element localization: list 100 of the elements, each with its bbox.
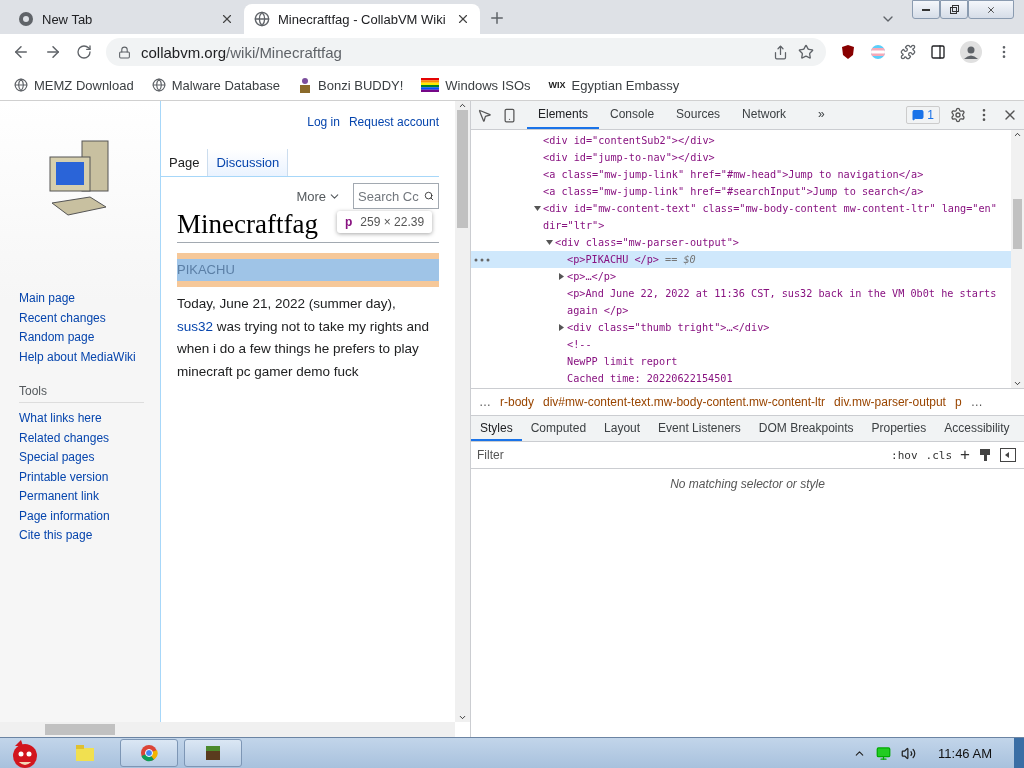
side-panel-icon[interactable]: [930, 44, 946, 60]
address-bar[interactable]: collabvm.org/wiki/Minecraftfag: [106, 38, 826, 66]
sidebar-toggle-icon[interactable]: [1000, 448, 1016, 462]
breadcrumb[interactable]: p: [954, 395, 962, 409]
devtools-tab[interactable]: Elements: [527, 101, 600, 129]
rainbow-flag-icon: [421, 78, 440, 92]
scrollbar-thumb[interactable]: [45, 724, 115, 735]
dom-node[interactable]: <p>And June 22, 2022 at 11:36 CST, sus32 back in the VM 0b0t he starts again </p>: [567, 285, 997, 319]
devtools-tab[interactable]: Sources: [665, 101, 732, 129]
globe-icon: [254, 11, 270, 27]
breadcrumb[interactable]: …: [479, 395, 491, 409]
dom-node[interactable]: <!--: [567, 336, 592, 353]
taskbar-button[interactable]: [120, 739, 178, 767]
reload-icon[interactable]: [76, 44, 92, 60]
sidebar-link[interactable]: Main page: [19, 291, 160, 307]
sidebar-link[interactable]: Printable version: [19, 469, 160, 485]
cls-toggle[interactable]: .cls: [925, 448, 953, 462]
hov-toggle[interactable]: :hov: [891, 448, 918, 462]
bookmark-item[interactable]: MEMZ Download: [14, 77, 134, 93]
sidebar-link[interactable]: Page information: [19, 508, 160, 524]
inspect-icon[interactable]: [477, 107, 492, 123]
sidebar-link[interactable]: Special pages: [19, 450, 160, 466]
dom-node[interactable]: <div class="mw-parser-output">: [555, 234, 739, 251]
puzzle-icon[interactable]: [900, 44, 916, 60]
sidebar-link[interactable]: Related changes: [19, 430, 160, 446]
bookmark-item[interactable]: Bonzi BUDDY!: [298, 77, 404, 93]
star-icon[interactable]: [798, 44, 814, 60]
forward-icon[interactable]: [44, 43, 62, 61]
expanded-triangle-icon[interactable]: [533, 205, 541, 212]
share-icon[interactable]: [773, 44, 788, 60]
breadcrumb[interactable]: r-body: [500, 395, 534, 409]
scrollbar-thumb[interactable]: [457, 110, 468, 228]
settings-icon[interactable]: [950, 107, 966, 123]
styles-tab[interactable]: Accessibility: [935, 416, 1019, 441]
figure-icon: [298, 77, 313, 93]
bookmark-item[interactable]: WIX Egyptian Embassy: [548, 77, 680, 93]
back-icon[interactable]: [12, 43, 30, 61]
new-tab-icon[interactable]: [488, 9, 506, 27]
scroll-up-icon: [458, 101, 467, 110]
overflow-button[interactable]: »: [807, 101, 836, 129]
close-icon[interactable]: [456, 12, 470, 26]
horizontal-scrollbar[interactable]: [0, 722, 455, 737]
paint-icon[interactable]: [978, 448, 992, 462]
sidebar-link[interactable]: Permanent link: [19, 489, 160, 505]
sidebar-link[interactable]: Help about MediaWiki: [19, 349, 160, 365]
restore-button[interactable]: [940, 0, 968, 19]
collapsed-triangle-icon[interactable]: [557, 324, 565, 331]
account-link[interactable]: Request account: [348, 115, 439, 129]
collapsed-triangle-icon[interactable]: [557, 273, 565, 280]
profile-avatar[interactable]: [960, 41, 982, 63]
expanded-triangle-icon[interactable]: [545, 239, 553, 246]
add-rule-button[interactable]: +: [960, 445, 970, 465]
shield-icon[interactable]: [840, 44, 856, 60]
vertical-scrollbar[interactable]: [1011, 130, 1024, 388]
dom-node[interactable]: <div id="mw-content-text" class="mw-body-content mw-content-ltr" lang="en" dir="ltr">: [543, 200, 997, 234]
issues-button[interactable]: 1: [906, 106, 940, 124]
dom-node[interactable]: <p>PIKACHU </p>: [567, 251, 659, 268]
search-box[interactable]: Search Cc: [353, 183, 439, 209]
breadcrumb[interactable]: div#mw-content-text.mw-body-content.mw-content-ltr: [543, 395, 826, 409]
devtools-tab[interactable]: Console: [599, 101, 666, 129]
account-link[interactable]: Log in: [307, 115, 340, 129]
bookmark-item[interactable]: Malware Database: [151, 77, 281, 93]
selected-node-marker: == $0: [665, 254, 696, 265]
styles-tab[interactable]: Layout: [595, 416, 650, 441]
dom-node[interactable]: <a class="mw-jump-link" href="#mw-head">Jump to navigation</a>: [543, 166, 924, 183]
close-icon[interactable]: [220, 12, 234, 26]
styles-tab[interactable]: Properties: [862, 416, 936, 441]
browser-tab[interactable]: Minecraftfag - CollabVM Wiki: [244, 4, 480, 34]
vertical-scrollbar[interactable]: [455, 101, 470, 722]
dom-node[interactable]: Cached time: 20220622154501: [567, 370, 733, 387]
chrome-icon: [140, 744, 158, 762]
scrollbar-thumb[interactable]: [1013, 199, 1022, 249]
dom-node[interactable]: NewPP limit report: [567, 353, 678, 370]
sidebar-link[interactable]: Recent changes: [19, 310, 160, 326]
device-icon[interactable]: [502, 107, 517, 123]
sidebar-link[interactable]: What links here: [19, 411, 160, 427]
minimize-button[interactable]: [912, 0, 940, 19]
dom-node[interactable]: <p>…</p>: [567, 268, 617, 285]
breadcrumb[interactable]: div.mw-parser-output: [834, 395, 946, 409]
styles-tab[interactable]: Event Listeners: [649, 416, 750, 441]
globe-icon: [14, 78, 28, 92]
styles-tab[interactable]: Styles: [471, 416, 522, 441]
page-tab[interactable]: Discussion: [208, 149, 289, 176]
sidebar-link[interactable]: Cite this page: [19, 528, 160, 544]
devtools-tab[interactable]: Network: [731, 101, 798, 129]
sidebar-link[interactable]: Random page: [19, 330, 160, 346]
more-dropdown[interactable]: More: [296, 188, 341, 204]
dom-node[interactable]: <div id="jump-to-nav"></div>: [543, 149, 715, 166]
speaker-icon[interactable]: [901, 745, 917, 761]
breadcrumb[interactable]: …: [970, 395, 983, 409]
bookmark-item[interactable]: Windows ISOs: [421, 77, 531, 93]
dom-node[interactable]: <div id="contentSub2"></div>: [543, 132, 715, 149]
more-icon[interactable]: [474, 258, 490, 262]
taskbar-button[interactable]: [184, 739, 242, 767]
styles-tab[interactable]: Computed: [521, 416, 596, 441]
browser-tab[interactable]: New Tab: [8, 4, 244, 34]
dom-node[interactable]: <a class="mw-jump-link" href="#searchInput">Jump to search</a>: [543, 183, 924, 200]
styles-tab[interactable]: DOM Breakpoints: [749, 416, 863, 441]
dom-node[interactable]: <div class="thumb tright">…</div>: [567, 319, 770, 336]
user-link[interactable]: sus32: [177, 318, 214, 334]
